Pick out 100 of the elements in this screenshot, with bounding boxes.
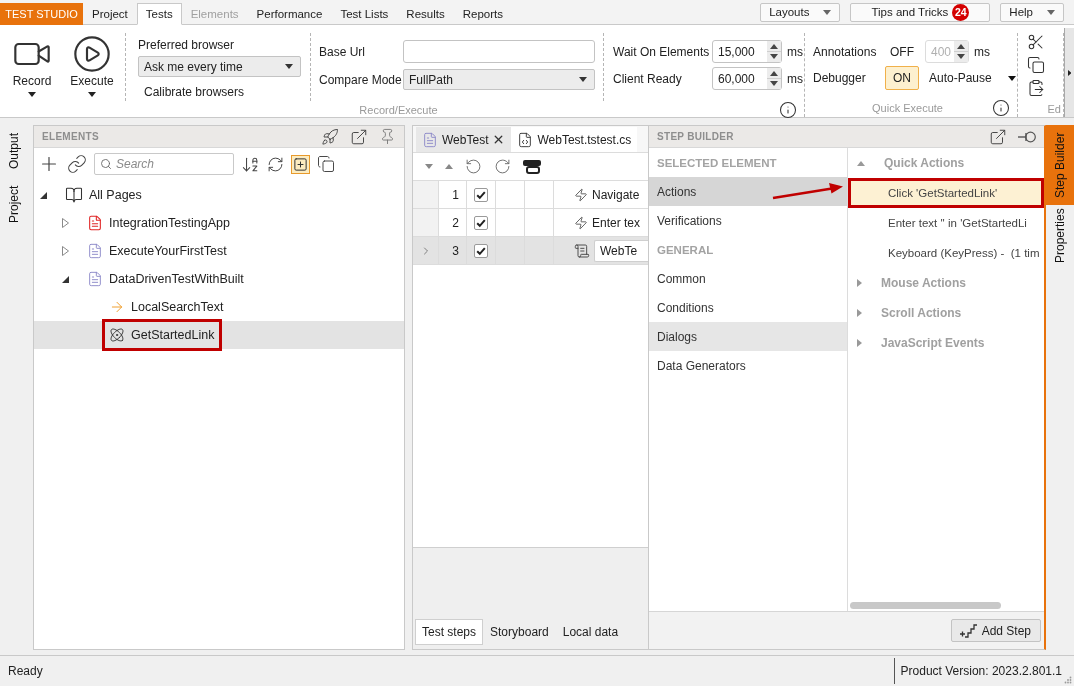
number-field[interactable]: 15,000 xyxy=(712,40,782,63)
side-tab[interactable]: Output xyxy=(0,125,28,177)
search-field[interactable]: Search xyxy=(94,153,234,175)
info-icon[interactable] xyxy=(992,99,1010,117)
auto-pause-dropdown[interactable]: Auto-Pause xyxy=(925,71,1016,85)
toggle-button[interactable]: ON xyxy=(885,66,919,90)
book-icon xyxy=(65,186,83,204)
spin-buttons[interactable] xyxy=(767,41,781,62)
number-field[interactable]: 60,000 xyxy=(712,67,782,90)
menu-tab[interactable]: Project xyxy=(83,3,137,25)
play-circle-icon xyxy=(72,34,112,74)
url-field[interactable] xyxy=(403,40,595,63)
step-number: 1 xyxy=(439,181,467,208)
tips-button[interactable]: Tips and Tricks 24 xyxy=(850,2,991,22)
step-row[interactable]: 2 Enter tex xyxy=(413,209,648,237)
move-down-icon[interactable] xyxy=(425,164,433,169)
category-item[interactable]: Common xyxy=(649,264,847,293)
editor-tab[interactable]: WebTest xyxy=(416,127,512,152)
action-item[interactable]: Keyboard (KeyPress) - (1 tim xyxy=(848,238,1044,268)
group-label: Record/Execute xyxy=(359,104,438,116)
step-row[interactable]: 3 WebTe xyxy=(413,237,648,265)
bottom-tab[interactable]: Test steps xyxy=(415,619,484,645)
action-item[interactable]: Enter text '' in 'GetStartedLi xyxy=(848,208,1044,238)
resize-grip-icon[interactable] xyxy=(1064,676,1072,684)
lightning-icon xyxy=(574,215,588,230)
compare-mode-select[interactable]: FullPath xyxy=(403,69,595,90)
caret-icon xyxy=(823,9,832,15)
execute-button[interactable]: Execute xyxy=(70,33,114,101)
menu-tab[interactable]: Reports xyxy=(453,3,512,25)
expand-icon[interactable] xyxy=(62,246,69,256)
caret-icon xyxy=(28,92,36,97)
caret-icon xyxy=(285,64,293,69)
redo-icon[interactable] xyxy=(494,158,511,175)
checkbox[interactable] xyxy=(474,187,488,202)
pin-icon[interactable] xyxy=(1018,130,1036,143)
tree-item[interactable]: ExecuteYourFirstTest xyxy=(80,239,235,263)
paste-icon[interactable] xyxy=(1027,79,1045,97)
tree-item[interactable]: DataDrivenTestWithBuilt xyxy=(80,267,252,291)
category-item[interactable]: Actions xyxy=(649,177,847,206)
menu-tab[interactable]: Tests xyxy=(136,3,182,25)
collapse-icon[interactable] xyxy=(62,275,69,283)
side-tab[interactable]: Step Builder xyxy=(1046,125,1074,205)
checkbox[interactable] xyxy=(474,215,488,230)
pin-icon[interactable] xyxy=(379,128,396,145)
collapse-icon[interactable] xyxy=(40,191,47,199)
tree-item[interactable]: LocalSearchText xyxy=(102,295,232,319)
expand-icon[interactable] xyxy=(857,339,862,347)
field-label: Compare Mode xyxy=(319,72,403,87)
caret-icon xyxy=(1007,75,1016,81)
dropdown-button[interactable]: Help xyxy=(1000,2,1064,22)
caret-icon xyxy=(579,77,587,82)
horizontal-scrollbar[interactable] xyxy=(850,602,1001,609)
category-item[interactable]: Verifications xyxy=(649,206,847,235)
tree-item[interactable]: IntegrationTestingApp xyxy=(80,211,238,235)
bottom-tab[interactable]: Storyboard xyxy=(483,619,556,645)
category-item[interactable]: Data Generators xyxy=(649,351,847,380)
action-item[interactable]: Click 'GetStartedLink' xyxy=(848,178,1044,208)
category-item[interactable]: Dialogs xyxy=(649,322,847,351)
pop-out-icon[interactable] xyxy=(350,127,368,146)
spin-buttons[interactable] xyxy=(767,68,781,89)
menu-tab[interactable]: Test Lists xyxy=(331,3,398,25)
test-step-icon[interactable] xyxy=(523,159,541,174)
menu-tab[interactable]: Performance xyxy=(247,3,332,25)
copy-icon[interactable] xyxy=(1027,56,1045,74)
refresh-icon[interactable] xyxy=(267,155,284,173)
side-tab[interactable]: Project xyxy=(0,177,28,231)
expand-icon[interactable] xyxy=(857,279,862,287)
category-item[interactable]: Conditions xyxy=(649,293,847,322)
bottom-tab[interactable]: Local data xyxy=(555,619,626,645)
group-label: Ed xyxy=(1047,103,1061,115)
menu-tab[interactable]: Results xyxy=(397,3,454,25)
record-button[interactable]: Record xyxy=(10,33,54,101)
expand-icon[interactable] xyxy=(62,218,69,228)
browser-select[interactable]: Ask me every time xyxy=(138,56,301,77)
group-label: Quick Execute xyxy=(872,102,943,114)
document-icon xyxy=(87,215,103,231)
tree-item[interactable]: GetStartedLink xyxy=(102,319,223,351)
toggle-button[interactable] xyxy=(291,154,310,174)
info-icon[interactable] xyxy=(779,101,797,119)
test-select-field[interactable]: WebTe xyxy=(594,239,648,262)
add-step-button[interactable]: Add Step xyxy=(950,619,1041,642)
copy-icon[interactable] xyxy=(317,155,335,173)
calibrate-button[interactable]: Calibrate browsers xyxy=(138,83,251,101)
side-tab[interactable]: Properties xyxy=(1046,205,1074,267)
undo-icon[interactable] xyxy=(465,158,482,175)
pop-out-icon[interactable] xyxy=(989,127,1007,146)
step-row[interactable]: 1 Navigate xyxy=(413,181,648,209)
link-icon[interactable] xyxy=(67,154,87,174)
field-label: Debugger xyxy=(813,71,867,85)
editor-tab[interactable]: WebTest.tstest.cs xyxy=(511,127,638,152)
tree-item[interactable]: All Pages xyxy=(58,183,150,207)
rocket-icon[interactable] xyxy=(321,127,339,146)
dropdown-button[interactable]: Layouts xyxy=(760,2,841,22)
checkbox[interactable] xyxy=(474,243,488,258)
status-text: Ready xyxy=(7,664,43,678)
move-up-icon[interactable] xyxy=(445,164,453,169)
atom-icon xyxy=(109,327,125,343)
scissors-icon[interactable] xyxy=(1027,33,1045,51)
expand-icon[interactable] xyxy=(857,309,862,317)
step-number: 2 xyxy=(439,209,467,236)
